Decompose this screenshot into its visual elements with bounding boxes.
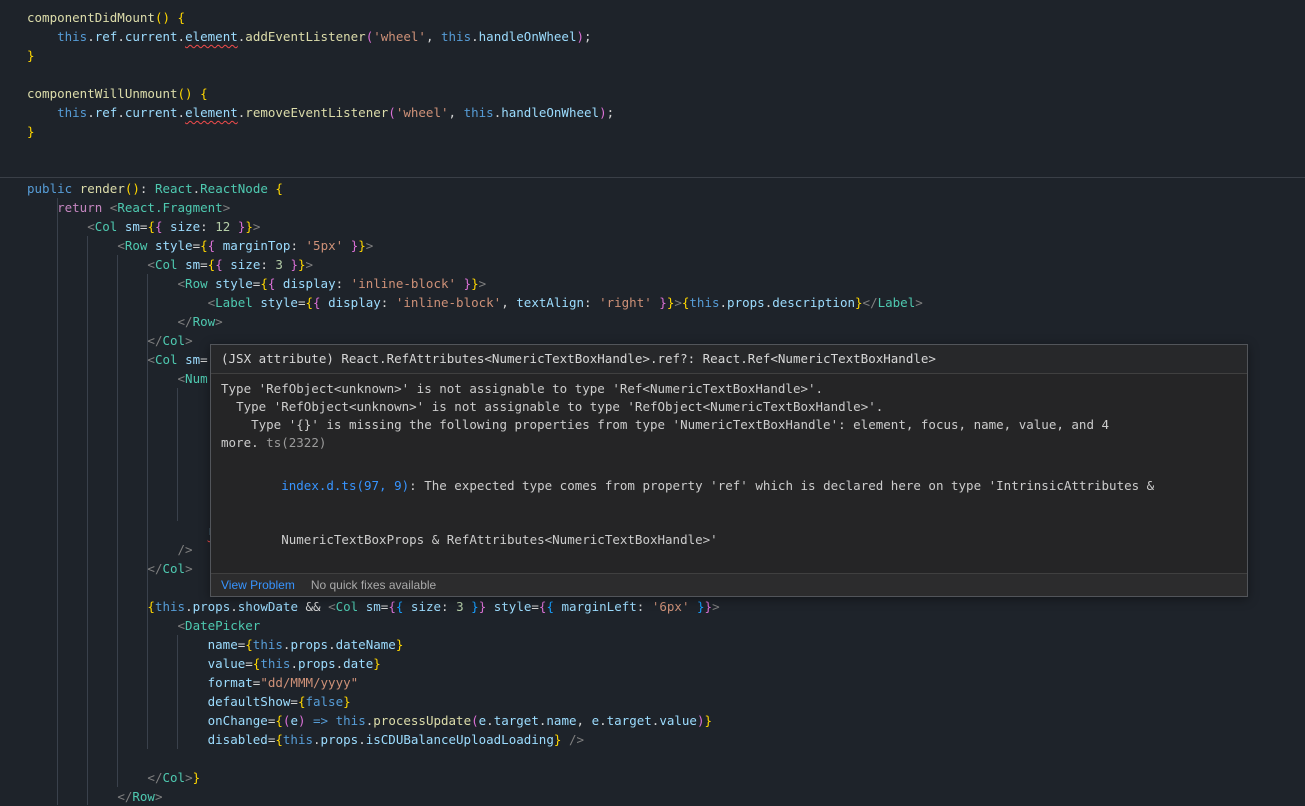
code-line[interactable]: defaultShow={false} xyxy=(27,692,1305,711)
code-line[interactable]: value={this.props.date} xyxy=(27,654,1305,673)
code-line[interactable]: onChange={(e) => this.processUpdate(e.ta… xyxy=(27,711,1305,730)
code-line[interactable]: <Col sm={{ size: 3 }}> xyxy=(27,255,1305,274)
code-line[interactable]: componentWillUnmount() { xyxy=(27,84,1305,103)
code-line[interactable]: componentDidMount() { xyxy=(27,8,1305,27)
code-line[interactable]: <DatePicker xyxy=(27,616,1305,635)
code-line[interactable]: <Row style={{ marginTop: '5px' }}> xyxy=(27,236,1305,255)
code-line[interactable]: this.ref.current.element.removeEventList… xyxy=(27,103,1305,122)
related-text-line1: : The expected type comes from property … xyxy=(409,478,1154,493)
error-code: ts(2322) xyxy=(259,435,327,450)
related-text-line2: NumericTextBoxProps & RefAttributes<Nume… xyxy=(281,532,718,547)
code-line[interactable] xyxy=(27,749,1305,768)
code-line[interactable]: {this.props.showDate && <Col sm={{ size:… xyxy=(27,597,1305,616)
code-line[interactable]: <Col sm={{ size: 12 }}> xyxy=(27,217,1305,236)
code-line[interactable]: public render(): React.ReactNode { xyxy=(27,179,1305,198)
related-file-link[interactable]: index.d.ts(97, 9) xyxy=(281,478,409,493)
code-line[interactable]: </Col>} xyxy=(27,768,1305,787)
hover-tooltip: (JSX attribute) React.RefAttributes<Nume… xyxy=(210,344,1248,597)
code-line[interactable]: format="dd/MMM/yyyy" xyxy=(27,673,1305,692)
error-line: Type '{}' is missing the following prope… xyxy=(221,416,1237,434)
code-line[interactable]: return <React.Fragment> xyxy=(27,198,1305,217)
error-message: Type 'RefObject<unknown>' is not assigna… xyxy=(221,380,1237,452)
error-line: Type 'RefObject<unknown>' is not assigna… xyxy=(221,380,1237,398)
code-line[interactable]: this.ref.current.element.addEventListene… xyxy=(27,27,1305,46)
code-line[interactable]: </Row> xyxy=(27,312,1305,331)
hover-body: Type 'RefObject<unknown>' is not assigna… xyxy=(211,374,1247,573)
hover-signature: (JSX attribute) React.RefAttributes<Nume… xyxy=(211,345,1247,374)
code-line[interactable]: disabled={this.props.isCDUBalanceUploadL… xyxy=(27,730,1305,749)
related-info: index.d.ts(97, 9): The expected type com… xyxy=(221,459,1237,567)
code-line[interactable] xyxy=(27,141,1305,160)
view-problem-link[interactable]: View Problem xyxy=(221,578,295,592)
code-line[interactable]: name={this.props.dateName} xyxy=(27,635,1305,654)
code-line[interactable]: <Row style={{ display: 'inline-block' }}… xyxy=(27,274,1305,293)
code-line[interactable]: <Label style={{ display: 'inline-block',… xyxy=(27,293,1305,312)
code-line[interactable] xyxy=(27,65,1305,84)
code-line[interactable]: } xyxy=(27,46,1305,65)
code-line[interactable]: </Row> xyxy=(27,787,1305,806)
error-line: more. ts(2322) xyxy=(221,434,1237,452)
code-line[interactable] xyxy=(27,160,1305,179)
hover-status-bar: View Problem No quick fixes available xyxy=(211,573,1247,596)
code-line[interactable]: } xyxy=(27,122,1305,141)
error-line: Type 'RefObject<unknown>' is not assigna… xyxy=(221,398,1237,416)
no-quick-fixes-label: No quick fixes available xyxy=(311,578,436,592)
